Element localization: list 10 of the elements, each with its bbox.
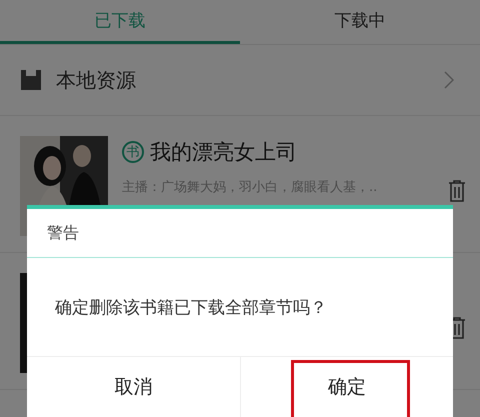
tab[interactable]: 已下载 bbox=[0, 0, 240, 44]
dialog-message: 确定删除该书籍已下载全部章节吗？ bbox=[54, 296, 328, 320]
local-resources-row[interactable]: 本地资源 bbox=[0, 45, 480, 116]
book-badge: 书 bbox=[122, 141, 144, 163]
dialog-title: 警告 bbox=[27, 209, 453, 258]
chevron-icon bbox=[444, 71, 454, 89]
row-label: 本地资源 bbox=[56, 66, 137, 94]
sd-card-icon bbox=[20, 69, 42, 91]
book-title: 我的漂亮女上司 bbox=[150, 139, 297, 166]
tab[interactable]: 下载中 bbox=[240, 0, 480, 44]
